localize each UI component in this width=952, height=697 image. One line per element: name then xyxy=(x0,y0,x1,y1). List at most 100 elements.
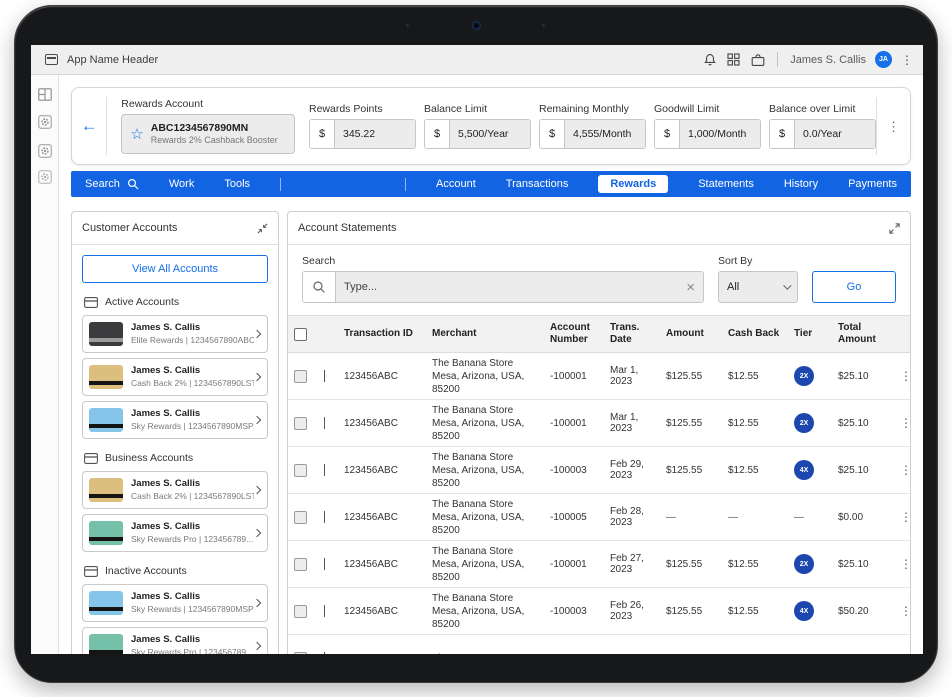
merchant-cell: The Banana StoreMesa, Arizona, USA, 8520… xyxy=(432,357,550,396)
stat-remaining-monthly: Remaining Monthly $4,555/Month xyxy=(539,103,646,149)
divider xyxy=(876,97,877,155)
account-card-item[interactable]: James S. CallisSky Rewards | 1234567890M… xyxy=(82,584,268,622)
row-checkbox[interactable] xyxy=(294,464,307,477)
row-checkbox[interactable] xyxy=(294,417,307,430)
account-holder-name: James S. Callis xyxy=(131,408,254,420)
search-field[interactable]: × xyxy=(302,271,704,303)
briefcase-icon[interactable] xyxy=(750,52,765,67)
settings-gear-icon[interactable] xyxy=(37,169,53,185)
nav-tab-history[interactable]: History xyxy=(784,178,818,190)
expand-panel-icon[interactable] xyxy=(889,223,900,234)
column-transaction-id: Transaction ID xyxy=(344,328,432,341)
chevron-right-icon xyxy=(253,529,261,537)
statement-row: 123456ABC The Banana StoreMesa, Arizona,… xyxy=(288,588,910,635)
statement-row: 123456ABC The Banana StoreMesa, Arizona,… xyxy=(288,400,910,447)
account-holder-name: James S. Callis xyxy=(131,478,254,490)
total-amount: $25.10 xyxy=(838,418,900,429)
transaction-date: Mar 1, 2023 xyxy=(610,365,666,387)
divider xyxy=(106,97,107,155)
transaction-id: 123456ABC xyxy=(344,512,432,523)
expand-row-icon[interactable] xyxy=(324,558,325,570)
currency-symbol: $ xyxy=(540,120,565,148)
account-statements-panel: Account Statements Search xyxy=(287,211,911,654)
settings-gear-icon[interactable] xyxy=(37,114,53,130)
account-card-item[interactable]: James S. CallisSky Rewards Pro | 1234567… xyxy=(82,627,268,654)
nav-tab-transactions[interactable]: Transactions xyxy=(506,178,569,190)
stat-value: 1,000/Month xyxy=(680,120,760,148)
nav-search[interactable]: Search xyxy=(85,178,139,190)
row-menu-kebab[interactable]: ⋮ xyxy=(900,604,917,618)
back-arrow-button[interactable]: ← xyxy=(72,116,106,136)
collapse-panel-icon[interactable] xyxy=(257,223,268,234)
nav-tab-rewards-active[interactable]: Rewards xyxy=(598,175,668,193)
column-tier: Tier xyxy=(794,328,838,341)
page-background: App Name Header James S. Callis JA ⋮ xyxy=(0,0,952,697)
column-merchant: Merchant xyxy=(432,328,550,341)
row-menu-kebab[interactable]: ⋮ xyxy=(900,463,917,477)
nav-tools[interactable]: Tools xyxy=(224,178,250,190)
transaction-id: 123456ABC xyxy=(344,418,432,429)
expand-row-icon[interactable] xyxy=(324,605,325,617)
tier-badge: 4X xyxy=(794,460,814,480)
account-card-item[interactable]: James S. CallisSky Rewards Pro | 1234567… xyxy=(82,514,268,552)
amount: $125.55 xyxy=(666,418,728,429)
expand-row-icon[interactable] xyxy=(324,370,325,382)
row-menu-kebab[interactable]: ⋮ xyxy=(900,369,917,383)
expand-row-icon[interactable] xyxy=(324,417,325,429)
group-label-active-accounts: Active Accounts xyxy=(84,296,268,308)
rewards-account-subtitle: Rewards 2% Cashback Booster xyxy=(151,135,278,146)
row-menu-kebab[interactable]: ⋮ xyxy=(900,557,917,571)
statement-row: 123456ABC The Banana StoreMesa, Arizona,… xyxy=(288,353,910,400)
expand-row-icon[interactable] xyxy=(324,464,325,476)
row-checkbox[interactable] xyxy=(294,605,307,618)
total-amount: $0.00 xyxy=(838,512,900,523)
nav-tab-payments[interactable]: Payments xyxy=(848,178,897,190)
total-amount: $25.10 xyxy=(838,371,900,382)
app-titlebar: App Name Header James S. Callis JA ⋮ xyxy=(31,45,923,75)
settings-gear-icon[interactable] xyxy=(37,143,53,159)
customer-accounts-panel: Customer Accounts View All Accounts Acti… xyxy=(71,211,279,654)
expand-row-icon[interactable] xyxy=(324,511,325,523)
account-card-item[interactable]: James S. CallisSky Rewards | 1234567890M… xyxy=(82,401,268,439)
sort-by-dropdown[interactable]: All xyxy=(718,271,798,303)
nav-tab-statements[interactable]: Statements xyxy=(698,178,754,190)
rewards-stats: Rewards Points $345.22 Balance Limit $5,… xyxy=(309,103,876,149)
group-label-inactive-accounts: Inactive Accounts xyxy=(84,565,268,577)
go-button[interactable]: Go xyxy=(812,271,896,303)
account-number: -100003 xyxy=(550,606,610,617)
account-detail: Cash Back 2% | 1234567890LST xyxy=(131,378,254,389)
table-header-row: Transaction ID Merchant Account Number T… xyxy=(288,315,910,353)
row-checkbox[interactable] xyxy=(294,370,307,383)
account-card-item[interactable]: James S. CallisElite Rewards | 123456789… xyxy=(82,315,268,353)
row-menu-kebab[interactable]: ⋮ xyxy=(900,510,917,524)
row-checkbox[interactable] xyxy=(294,511,307,524)
nav-tab-account[interactable]: Account xyxy=(436,178,476,190)
layout-columns-icon[interactable] xyxy=(37,86,53,102)
expand-row-icon[interactable] xyxy=(324,652,325,655)
row-menu-kebab[interactable]: ⋮ xyxy=(900,416,917,430)
cash-back: $12.55 xyxy=(728,606,794,617)
apps-grid-icon[interactable] xyxy=(726,52,741,67)
user-avatar[interactable]: JA xyxy=(875,51,892,68)
currency-symbol: $ xyxy=(425,120,450,148)
titlebar-menu-kebab[interactable]: ⋮ xyxy=(901,54,913,66)
clear-search-icon[interactable]: × xyxy=(686,280,695,295)
account-holder-name: James S. Callis xyxy=(131,365,254,377)
nav-work[interactable]: Work xyxy=(169,178,194,190)
account-card-item[interactable]: James S. CallisCash Back 2% | 1234567890… xyxy=(82,471,268,509)
column-cash-back: Cash Back xyxy=(728,328,794,341)
row-checkbox[interactable] xyxy=(294,652,307,655)
notifications-bell-icon[interactable] xyxy=(702,52,717,67)
account-card-item[interactable]: James S. CallisCash Back 2% | 1234567890… xyxy=(82,358,268,396)
rewards-card-menu-kebab[interactable]: ⋮ xyxy=(887,120,900,133)
search-input[interactable] xyxy=(344,281,680,293)
transaction-date: Feb 26, 2023 xyxy=(610,600,666,622)
cash-back: — xyxy=(728,512,794,523)
select-all-checkbox[interactable] xyxy=(294,328,307,341)
chevron-right-icon xyxy=(253,330,261,338)
row-checkbox[interactable] xyxy=(294,558,307,571)
account-detail: Elite Rewards | 1234567890ABC xyxy=(131,335,254,346)
view-all-accounts-button[interactable]: View All Accounts xyxy=(82,255,268,283)
rewards-account-selector[interactable]: ☆ ABC1234567890MN Rewards 2% Cashback Bo… xyxy=(121,114,295,154)
account-number: -100001 xyxy=(550,559,610,570)
